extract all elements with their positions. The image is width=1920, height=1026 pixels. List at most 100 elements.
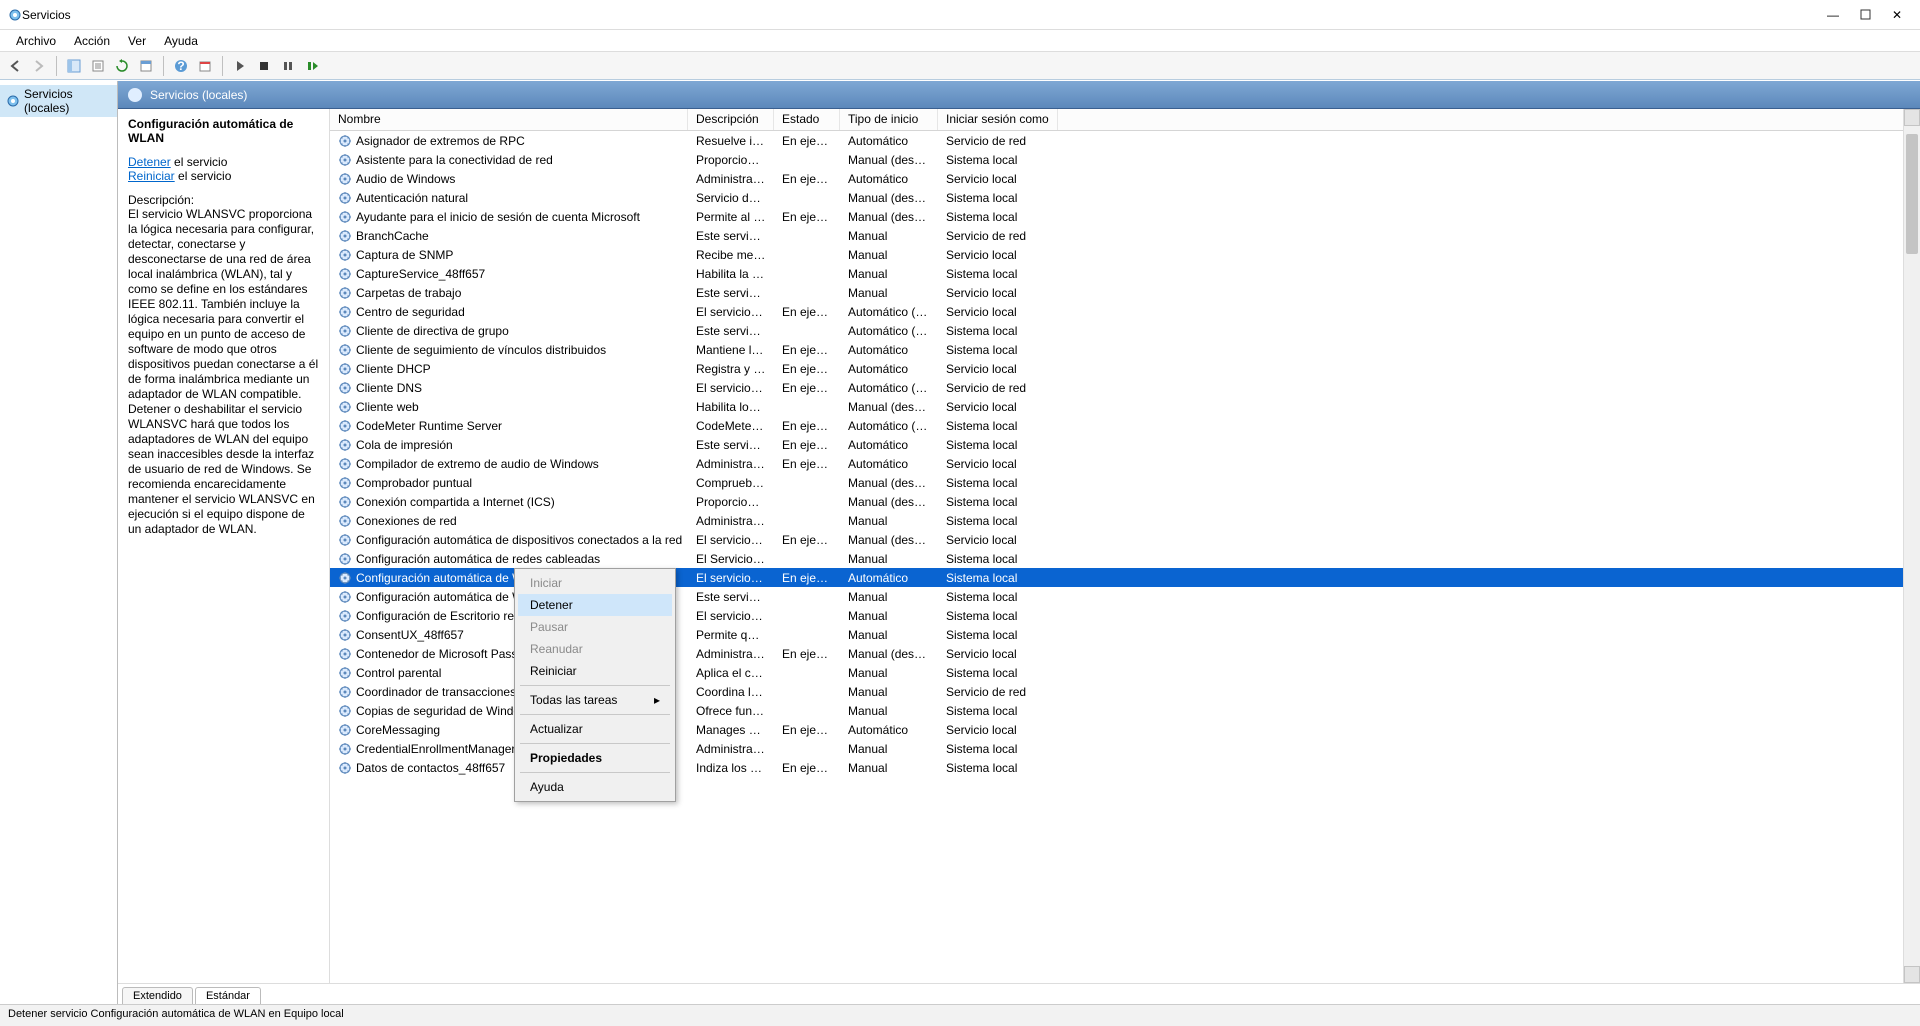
back-button[interactable] <box>4 55 26 77</box>
ctx-todas-tareas[interactable]: Todas las tareas▸ <box>518 689 672 711</box>
service-name: Configuración automática de dispositivos… <box>356 533 682 547</box>
service-logon: Servicio local <box>938 305 1058 319</box>
col-logon[interactable]: Iniciar sesión como <box>938 109 1058 130</box>
gear-icon <box>338 666 352 680</box>
ctx-actualizar[interactable]: Actualizar <box>518 718 672 740</box>
col-desc[interactable]: Descripción <box>688 109 774 130</box>
calendar-button[interactable] <box>194 55 216 77</box>
close-button[interactable]: ✕ <box>1890 8 1904 22</box>
service-row[interactable]: Configuración automática de dispositivos… <box>330 530 1903 549</box>
gear-icon <box>338 628 352 642</box>
col-state[interactable]: Estado <box>774 109 840 130</box>
service-startup: Manual (desen... <box>840 647 938 661</box>
service-state: En ejecu... <box>774 172 840 186</box>
service-row[interactable]: Ayudante para el inicio de sesión de cue… <box>330 207 1903 226</box>
gear-icon <box>338 438 352 452</box>
service-row[interactable]: CodeMeter Runtime ServerCodeMeter ...En … <box>330 416 1903 435</box>
service-startup: Manual <box>840 514 938 528</box>
tab-estandar[interactable]: Estándar <box>195 987 261 1004</box>
service-state: En ejecu... <box>774 761 840 775</box>
gear-icon <box>338 742 352 756</box>
service-row[interactable]: Audio de WindowsAdministra e...En ejecu.… <box>330 169 1903 188</box>
service-state: En ejecu... <box>774 647 840 661</box>
service-row[interactable]: Cliente webHabilita los ...Manual (desen… <box>330 397 1903 416</box>
col-name[interactable]: Nombre <box>330 109 688 130</box>
service-name: Captura de SNMP <box>356 248 453 262</box>
service-logon: Servicio de red <box>938 229 1058 243</box>
service-desc: CodeMeter ... <box>688 419 774 433</box>
service-desc: Administra o... <box>688 514 774 528</box>
service-row[interactable]: CaptureService_48ff657Habilita la fu...M… <box>330 264 1903 283</box>
vertical-scrollbar[interactable] <box>1903 109 1920 983</box>
service-row[interactable]: Asignador de extremos de RPCResuelve ide… <box>330 131 1903 150</box>
ctx-pausar: Pausar <box>518 616 672 638</box>
service-desc: Recibe mens... <box>688 248 774 262</box>
service-row[interactable]: Asistente para la conectividad de redPro… <box>330 150 1903 169</box>
service-row[interactable]: Cliente DHCPRegistra y ac...En ejecu...A… <box>330 359 1903 378</box>
service-row[interactable]: Cola de impresiónEste servicio ...En eje… <box>330 435 1903 454</box>
menu-archivo[interactable]: Archivo <box>8 33 64 49</box>
service-logon: Sistema local <box>938 495 1058 509</box>
service-row[interactable]: Conexión compartida a Internet (ICS)Prop… <box>330 492 1903 511</box>
service-row[interactable]: Captura de SNMPRecibe mens...ManualServi… <box>330 245 1903 264</box>
forward-button[interactable] <box>28 55 50 77</box>
service-desc: Permite al us... <box>688 210 774 224</box>
service-logon: Servicio de red <box>938 381 1058 395</box>
service-state: En ejecu... <box>774 533 840 547</box>
service-row[interactable]: Cliente de seguimiento de vínculos distr… <box>330 340 1903 359</box>
gear-icon <box>338 286 352 300</box>
service-desc: Este servicio ... <box>688 286 774 300</box>
pause-button[interactable] <box>277 55 299 77</box>
ctx-reiniciar[interactable]: Reiniciar <box>518 660 672 682</box>
menu-accion[interactable]: Acción <box>66 33 118 49</box>
maximize-button[interactable] <box>1858 8 1872 22</box>
ctx-propiedades[interactable]: Propiedades <box>518 747 672 769</box>
gear-icon <box>338 457 352 471</box>
gear-icon <box>338 210 352 224</box>
ctx-ayuda[interactable]: Ayuda <box>518 776 672 798</box>
menu-ver[interactable]: Ver <box>120 33 154 49</box>
service-row[interactable]: Comprobador puntualComprueba ...Manual (… <box>330 473 1903 492</box>
service-row[interactable]: Conexiones de redAdministra o...ManualSi… <box>330 511 1903 530</box>
service-name: Cliente DHCP <box>356 362 431 376</box>
minimize-button[interactable]: — <box>1826 8 1840 22</box>
refresh-button[interactable] <box>111 55 133 77</box>
service-row[interactable]: BranchCacheEste servicio ...ManualServic… <box>330 226 1903 245</box>
scroll-thumb[interactable] <box>1906 134 1918 254</box>
show-hide-tree-button[interactable] <box>63 55 85 77</box>
scroll-up-button[interactable] <box>1904 109 1920 126</box>
tree-root-node[interactable]: Servicios (locales) <box>0 85 117 117</box>
restart-button[interactable] <box>301 55 323 77</box>
service-row[interactable]: Autenticación naturalServicio de a...Man… <box>330 188 1903 207</box>
gear-icon <box>338 552 352 566</box>
service-logon: Sistema local <box>938 191 1058 205</box>
service-row[interactable]: Carpetas de trabajoEste servicio ...Manu… <box>330 283 1903 302</box>
service-desc: Indiza los da... <box>688 761 774 775</box>
service-desc: Ofrece funci... <box>688 704 774 718</box>
service-row[interactable]: Compilador de extremo de audio de Window… <box>330 454 1903 473</box>
service-row[interactable]: Cliente de directiva de grupoEste servic… <box>330 321 1903 340</box>
tab-extendido[interactable]: Extendido <box>122 987 193 1004</box>
service-row[interactable]: Centro de seguridadEl servicio W...En ej… <box>330 302 1903 321</box>
restart-service-link[interactable]: Reiniciar <box>128 169 175 183</box>
service-row[interactable]: Cliente DNSEl servicio Cli...En ejecu...… <box>330 378 1903 397</box>
scroll-down-button[interactable] <box>1904 966 1920 983</box>
stop-button[interactable] <box>253 55 275 77</box>
col-startup[interactable]: Tipo de inicio <box>840 109 938 130</box>
gear-icon <box>338 267 352 281</box>
service-name: Coordinador de transacciones c <box>356 685 525 699</box>
properties-button[interactable] <box>135 55 157 77</box>
gear-icon <box>338 647 352 661</box>
service-desc: El servicio W... <box>688 571 774 585</box>
service-logon: Sistema local <box>938 590 1058 604</box>
help-button[interactable]: ? <box>170 55 192 77</box>
stop-service-link[interactable]: Detener <box>128 155 171 169</box>
service-logon: Sistema local <box>938 552 1058 566</box>
service-row[interactable]: Configuración automática de redes cablea… <box>330 549 1903 568</box>
export-list-button[interactable] <box>87 55 109 77</box>
gear-icon <box>338 609 352 623</box>
ctx-detener[interactable]: Detener <box>518 594 672 616</box>
service-logon: Servicio local <box>938 647 1058 661</box>
play-button[interactable] <box>229 55 251 77</box>
menu-ayuda[interactable]: Ayuda <box>156 33 206 49</box>
